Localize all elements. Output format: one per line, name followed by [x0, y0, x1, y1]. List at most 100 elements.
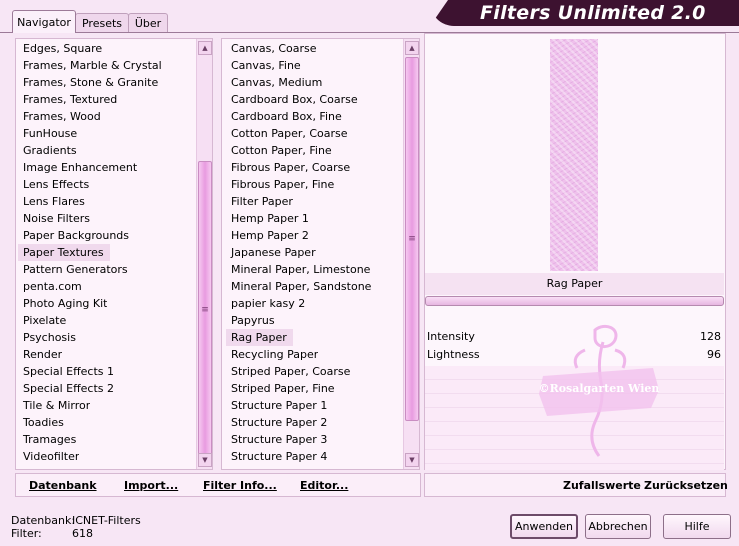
list-item[interactable]: Hemp Paper 1	[226, 210, 404, 227]
cancel-button[interactable]: Abbrechen	[585, 514, 651, 539]
list-item-label: Photo Aging Kit	[23, 297, 108, 310]
list-item[interactable]: Image Enhancement	[18, 159, 196, 176]
list-item[interactable]: Recycling Paper	[226, 346, 404, 363]
list-item-label: Render	[23, 348, 63, 361]
list-item-label: Recycling Paper	[231, 348, 319, 361]
preview-slider[interactable]	[425, 296, 724, 306]
list-item-label: Lens Flares	[23, 195, 85, 208]
datenbank-link[interactable]: Datenbank	[29, 479, 97, 492]
apply-button[interactable]: Anwenden	[510, 514, 578, 539]
editor-link[interactable]: Editor...	[300, 479, 348, 492]
list-item-label: Frames, Textured	[23, 93, 118, 106]
list-item-label: Papyrus	[231, 314, 275, 327]
list-item[interactable]: Filter Paper	[226, 193, 404, 210]
list-item[interactable]: Hemp Paper 2	[226, 227, 404, 244]
list-item[interactable]: Frames, Stone & Granite	[18, 74, 196, 91]
list-item[interactable]: Photo Aging Kit	[18, 295, 196, 312]
list-item[interactable]: Edges, Square	[18, 40, 196, 57]
list-item-label: Paper Backgrounds	[23, 229, 130, 242]
list-item[interactable]: Frames, Textured	[18, 91, 196, 108]
list-item[interactable]: Gradients	[18, 142, 196, 159]
list-item-label: Mineral Paper, Limestone	[231, 263, 371, 276]
list-item[interactable]: Tile & Mirror	[18, 397, 196, 414]
list-item[interactable]: Cotton Paper, Fine	[226, 142, 404, 159]
list-item[interactable]: Cardboard Box, Coarse	[226, 91, 404, 108]
list-item[interactable]: Frames, Marble & Crystal	[18, 57, 196, 74]
list-item[interactable]: papier kasy 2	[226, 295, 404, 312]
list-item[interactable]: Toadies	[18, 414, 196, 431]
list-item[interactable]: penta.com	[18, 278, 196, 295]
list-item-label: Gradients	[23, 144, 77, 157]
scroll-thumb[interactable]: ≡	[198, 161, 212, 458]
category-scrollbar[interactable]: ▲ ≡ ▼	[196, 39, 212, 469]
list-item[interactable]: Canvas, Coarse	[226, 40, 404, 57]
list-item[interactable]: Lens Effects	[18, 176, 196, 193]
list-item[interactable]: Fibrous Paper, Fine	[226, 176, 404, 193]
list-item[interactable]: Striped Paper, Coarse	[226, 363, 404, 380]
list-item[interactable]: Striped Paper, Fine	[226, 380, 404, 397]
list-item[interactable]: Cotton Paper, Coarse	[226, 125, 404, 142]
list-item[interactable]: Rag Paper	[226, 329, 404, 346]
list-item[interactable]: Frames, Wood	[18, 108, 196, 125]
list-item[interactable]: Render	[18, 346, 196, 363]
tab-ueber[interactable]: Über	[128, 13, 168, 33]
list-item[interactable]: Papyrus	[226, 312, 404, 329]
list-item-label: Pattern Generators	[23, 263, 128, 276]
list-item-label: Fibrous Paper, Coarse	[231, 161, 351, 174]
help-button[interactable]: Hilfe	[663, 514, 731, 539]
list-item-label: Tramages	[23, 433, 77, 446]
list-item[interactable]: Japanese Paper	[226, 244, 404, 261]
scroll-up-button[interactable]: ▲	[405, 41, 419, 55]
tab-bar: Navigator Presets Über	[0, 0, 430, 33]
list-item[interactable]: Noise Filters	[18, 210, 196, 227]
category-list[interactable]: Edges, Square Frames, Marble & Crystal Fra…	[18, 39, 196, 469]
list-item[interactable]: Special Effects 1	[18, 363, 196, 380]
list-item-label: Structure Paper 1	[231, 399, 328, 412]
list-item[interactable]: Psychosis	[18, 329, 196, 346]
param-label: Lightness	[427, 348, 480, 361]
list-item[interactable]: Mineral Paper, Sandstone	[226, 278, 404, 295]
list-item-label: Cotton Paper, Fine	[231, 144, 332, 157]
scroll-down-button[interactable]: ▼	[198, 453, 212, 467]
list-item[interactable]: Fibrous Paper, Coarse	[226, 159, 404, 176]
filter-info-link[interactable]: Filter Info...	[203, 479, 277, 492]
reset-link[interactable]: Zurücksetzen	[644, 479, 728, 492]
list-item[interactable]: Structure Paper 1	[226, 397, 404, 414]
category-panel: Edges, Square Frames, Marble & Crystal Fra…	[15, 38, 213, 470]
list-item[interactable]: Cardboard Box, Fine	[226, 108, 404, 125]
list-item[interactable]: Mineral Paper, Limestone	[226, 261, 404, 278]
param-lightness[interactable]: Lightness 96	[425, 346, 724, 364]
list-item[interactable]: Tramages	[18, 431, 196, 448]
random-values-link[interactable]: Zufallswerte	[563, 479, 641, 492]
filter-scrollbar[interactable]: ▲ ≡ ▼	[403, 39, 419, 469]
import-link[interactable]: Import...	[124, 479, 178, 492]
list-item[interactable]: Watercolor Paper	[226, 465, 404, 469]
list-item[interactable]: FunHouse	[18, 125, 196, 142]
list-item[interactable]: Special Effects 2	[18, 380, 196, 397]
tab-presets[interactable]: Presets	[75, 13, 129, 33]
list-item[interactable]: Structure Paper 4	[226, 448, 404, 465]
tab-navigator[interactable]: Navigator	[12, 10, 76, 33]
scroll-thumb[interactable]: ≡	[405, 57, 419, 421]
scroll-up-button[interactable]: ▲	[198, 41, 212, 55]
list-item-label: Rag Paper	[226, 329, 293, 346]
param-intensity[interactable]: Intensity 128	[425, 328, 724, 346]
list-item-label: Psychosis	[23, 331, 76, 344]
list-item-label: Cardboard Box, Coarse	[231, 93, 358, 106]
list-item[interactable]: Canvas, Medium	[226, 74, 404, 91]
list-item-label: papier kasy 2	[231, 297, 306, 310]
list-item[interactable]: Canvas, Fine	[226, 57, 404, 74]
scroll-down-button[interactable]: ▼	[405, 453, 419, 467]
list-item[interactable]: Videofilter	[18, 448, 196, 465]
list-item[interactable]: Paper Textures	[18, 244, 196, 261]
list-item[interactable]: Lens Flares	[18, 193, 196, 210]
list-item[interactable]: Paper Backgrounds	[18, 227, 196, 244]
list-item[interactable]: Structure Paper 2	[226, 414, 404, 431]
list-item-label: Frames, Wood	[23, 110, 101, 123]
list-item[interactable]: Pixelate	[18, 312, 196, 329]
list-item[interactable]: Structure Paper 3	[226, 431, 404, 448]
param-value: 96	[707, 348, 721, 361]
filter-list[interactable]: Canvas, Coarse Canvas, Fine Canvas, Medium…	[226, 39, 404, 469]
list-item[interactable]: VM Toolbox	[18, 465, 196, 469]
list-item[interactable]: Pattern Generators	[18, 261, 196, 278]
